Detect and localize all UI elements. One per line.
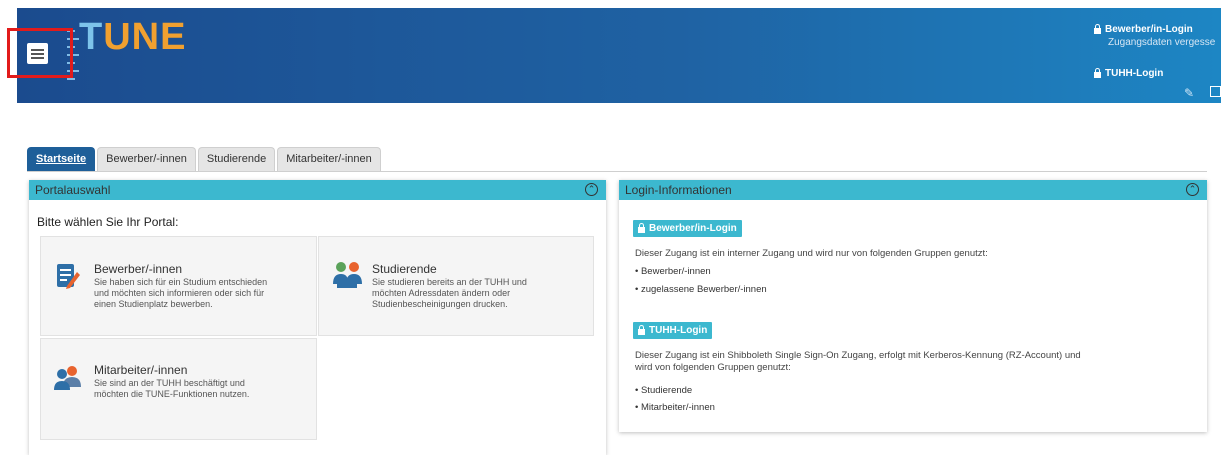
lock-icon xyxy=(1094,24,1101,34)
panel-header: Login-Informationen ⌃ xyxy=(619,180,1207,200)
tuhh-login-link[interactable]: TUHH-Login xyxy=(1094,68,1163,79)
tab-divider xyxy=(27,171,1207,172)
portal-card-mitarbeiter[interactable]: Mitarbeiter/-innen Sie sind an der TUHH … xyxy=(40,338,317,440)
applicant-login-badge[interactable]: Bewerber/in-Login xyxy=(633,220,742,237)
portal-title: Studierende xyxy=(372,262,437,276)
collapse-icon[interactable]: ⌃ xyxy=(585,183,598,196)
portal-description: Sie studieren bereits an der TUHH und mö… xyxy=(372,277,527,309)
portal-title: Bewerber/-innen xyxy=(94,262,183,276)
list-item: • Studierende xyxy=(635,385,693,396)
students-icon xyxy=(333,262,362,288)
tuhh-login-text: Dieser Zugang ist ein Shibboleth Single … xyxy=(635,350,1081,373)
forgot-credentials-link[interactable]: Zugangsdaten vergesse xyxy=(1094,37,1215,48)
tab-mitarbeiter[interactable]: Mitarbeiter/-innen xyxy=(277,147,381,171)
portal-selection-panel: Portalauswahl ⌃ Bitte wählen Sie Ihr Por… xyxy=(29,180,606,455)
tab-bewerber[interactable]: Bewerber/-innen xyxy=(97,147,196,171)
tab-startseite[interactable]: Startseite xyxy=(27,147,96,171)
lock-icon xyxy=(638,223,645,233)
lock-icon xyxy=(1094,68,1101,78)
collapse-icon[interactable]: ⌃ xyxy=(1186,183,1199,196)
tab-studierende[interactable]: Studierende xyxy=(197,147,276,171)
list-item: • Bewerber/-innen xyxy=(635,266,711,277)
portal-description: Sie haben sich für ein Studium entschied… xyxy=(94,277,268,309)
window-icon[interactable] xyxy=(1210,86,1221,97)
header-login-links: Bewerber/in-Login Zugangsdaten vergesse xyxy=(1094,24,1215,48)
hamburger-icon xyxy=(27,43,48,64)
portal-card-bewerber[interactable]: Bewerber/-innen Sie haben sich für ein S… xyxy=(40,236,317,336)
app-header: TUNE xyxy=(17,8,1221,103)
employees-icon xyxy=(54,366,81,390)
tab-bar: Startseite Bewerber/-innen Studierende M… xyxy=(27,147,383,171)
pencil-icon[interactable]: ✎ xyxy=(1184,86,1194,100)
choose-portal-label: Bitte wählen Sie Ihr Portal: xyxy=(37,215,179,229)
applicant-login-link[interactable]: Bewerber/in-Login xyxy=(1094,24,1215,35)
login-info-panel: Login-Informationen ⌃ Bewerber/in-Login … xyxy=(619,180,1207,432)
applicant-login-text: Dieser Zugang ist ein interner Zugang un… xyxy=(635,248,988,259)
portal-title: Mitarbeiter/-innen xyxy=(94,363,188,377)
tuhh-login-badge[interactable]: TUHH-Login xyxy=(633,322,713,339)
list-item: • zugelassene Bewerber/-innen xyxy=(635,284,767,295)
panel-header: Portalauswahl ⌃ xyxy=(29,180,606,200)
portal-card-studierende[interactable]: Studierende Sie studieren bereits an der… xyxy=(318,236,594,336)
portal-description: Sie sind an der TUHH beschäftigt und möc… xyxy=(94,378,250,399)
menu-button[interactable] xyxy=(7,28,73,78)
lock-icon xyxy=(638,325,645,335)
list-item: • Mitarbeiter/-innen xyxy=(635,402,715,413)
tune-logo[interactable]: TUNE xyxy=(79,16,186,59)
form-edit-icon xyxy=(57,264,80,289)
